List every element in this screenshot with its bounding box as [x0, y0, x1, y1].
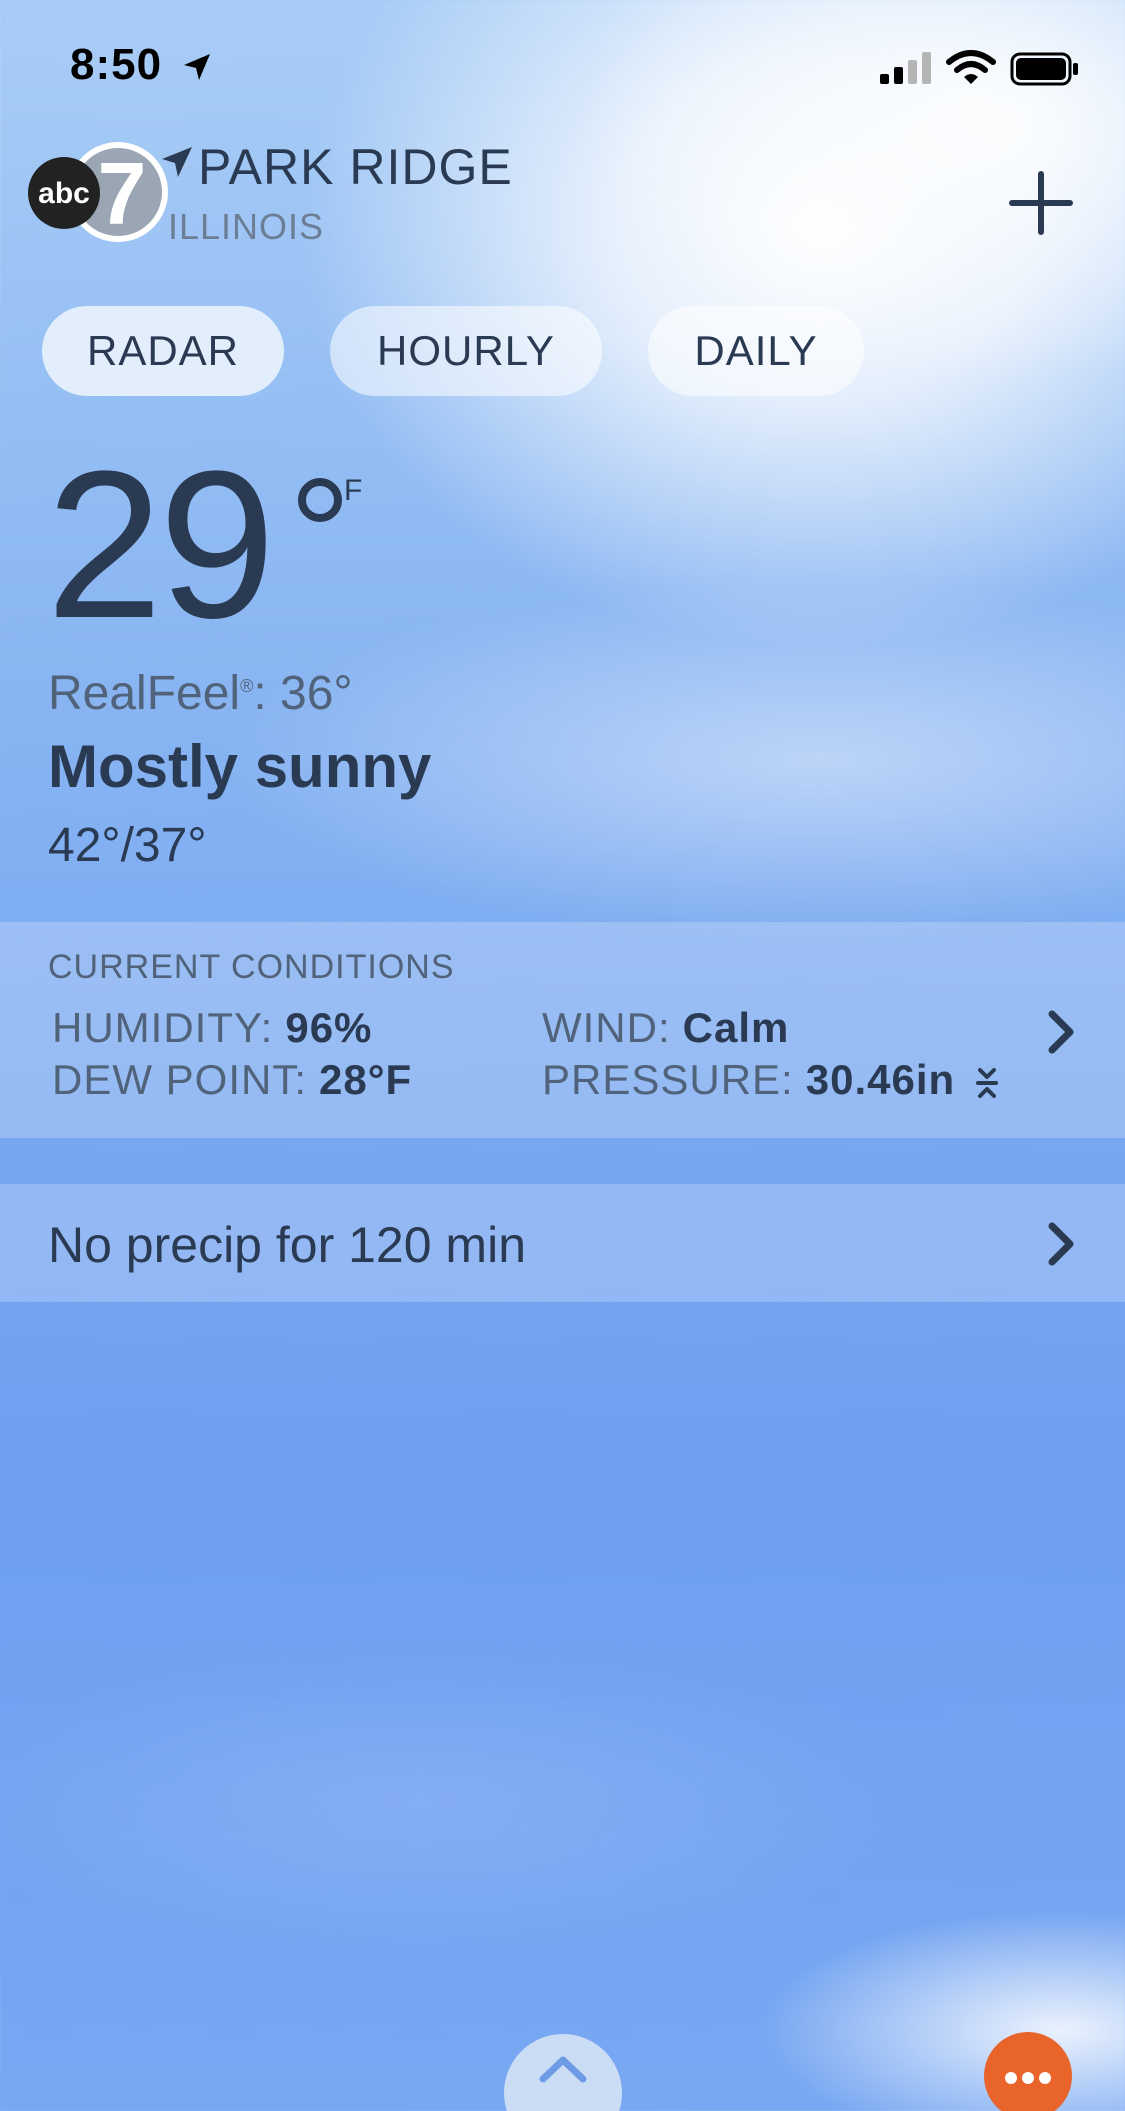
- cellular-signal-icon: [880, 52, 931, 84]
- chevron-right-icon[interactable]: [1046, 1010, 1076, 1054]
- wind-label: WIND:: [542, 1004, 671, 1051]
- dew-point-value: 28°F: [319, 1056, 413, 1103]
- dew-point-row: DEW POINT: 28°F: [52, 1056, 412, 1104]
- dew-point-label: DEW POINT:: [52, 1056, 308, 1103]
- precip-summary: No precip for 120 min: [48, 1217, 527, 1273]
- humidity-label: HUMIDITY:: [52, 1004, 274, 1051]
- current-temperature: 29: [46, 427, 276, 662]
- abc7-logo: abc 7: [28, 142, 168, 243]
- chevron-up-icon: [539, 2056, 587, 2083]
- degree-symbol: [298, 478, 342, 522]
- temperature-unit: F: [344, 474, 363, 507]
- location-arrow-icon: [184, 54, 210, 80]
- logo-abc-text: abc: [38, 177, 90, 210]
- realfeel-value: : 36°: [253, 667, 353, 720]
- wifi-icon: [946, 50, 996, 84]
- status-bar: 8:50: [0, 0, 1125, 130]
- battery-icon: [1010, 52, 1078, 86]
- status-time: 8:50: [70, 40, 163, 89]
- pressure-value: 30.46in: [805, 1056, 956, 1103]
- wind-row: WIND: Calm: [542, 1004, 789, 1052]
- logo-number: 7: [98, 144, 147, 243]
- realfeel-label: RealFeel: [48, 667, 241, 720]
- high-low-temperature: 42°/37°: [48, 819, 207, 872]
- more-dot-icon: [1039, 2072, 1051, 2084]
- humidity-value: 96%: [285, 1004, 373, 1051]
- add-location-button[interactable]: [1008, 170, 1074, 236]
- tab-radar[interactable]: RADAR: [42, 306, 284, 396]
- tab-hourly[interactable]: HOURLY: [330, 306, 602, 396]
- humidity-row: HUMIDITY: 96%: [52, 1004, 372, 1052]
- location-arrow-icon: [162, 147, 192, 177]
- pressure-steady-icon: [975, 1067, 998, 1098]
- pressure-row: PRESSURE: 30.46in: [542, 1056, 998, 1104]
- state-name: ILLINOIS: [168, 206, 325, 247]
- more-dot-icon: [1005, 2072, 1017, 2084]
- registered-mark: ®: [240, 676, 254, 696]
- tab-daily[interactable]: DAILY: [648, 306, 864, 396]
- realfeel: RealFeel®: 36°: [48, 666, 353, 721]
- current-conditions-title: CURRENT CONDITIONS: [48, 948, 455, 986]
- wind-value: Calm: [682, 1004, 790, 1051]
- city-name[interactable]: PARK RIDGE: [198, 138, 513, 196]
- more-dot-icon: [1022, 2072, 1034, 2084]
- chevron-right-icon[interactable]: [1046, 1222, 1076, 1266]
- pressure-label: PRESSURE:: [542, 1056, 794, 1103]
- weather-condition: Mostly sunny: [48, 733, 432, 800]
